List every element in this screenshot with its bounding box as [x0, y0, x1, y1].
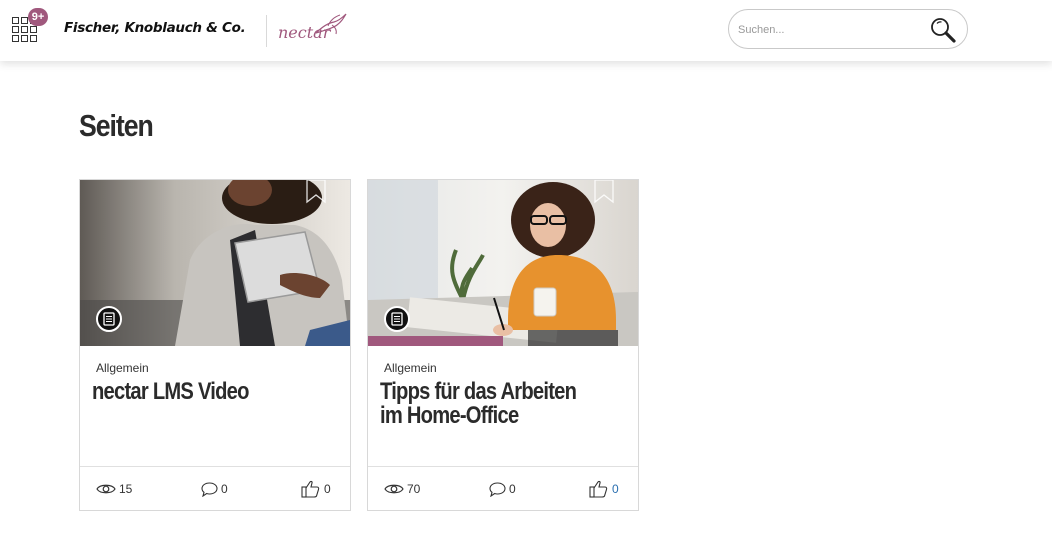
- card-category: Allgemein: [384, 361, 437, 375]
- eye-icon: [96, 484, 116, 494]
- card-title[interactable]: Tipps für das Arbeiten im Home-Office: [380, 380, 590, 428]
- page-card[interactable]: Allgemein Tipps für das Arbeiten im Home…: [367, 179, 639, 511]
- progress-bar: [368, 336, 503, 346]
- notification-badge: 9+: [28, 8, 48, 26]
- comments-stat[interactable]: 0: [201, 480, 228, 498]
- views-stat: 70: [384, 480, 420, 498]
- likes-count: 0: [324, 482, 331, 496]
- card-category: Allgemein: [96, 361, 149, 375]
- thumbs-up-icon: [301, 480, 320, 498]
- card-footer: 70 0 0: [368, 466, 638, 510]
- document-icon: [384, 306, 410, 332]
- likes-count: 0: [612, 482, 619, 496]
- views-count: 15: [119, 482, 133, 496]
- apps-launcher[interactable]: 9+: [12, 8, 48, 42]
- likes-stat[interactable]: 0: [301, 480, 331, 498]
- hummingbird-icon: [315, 13, 347, 35]
- bookmark-icon[interactable]: [594, 179, 614, 204]
- logo-divider: [266, 15, 267, 47]
- bookmark-icon[interactable]: [306, 179, 326, 204]
- page-card[interactable]: Allgemein nectar LMS Video 15 0 0: [79, 179, 351, 511]
- company-logo[interactable]: Fischer, Knoblauch & Co.: [64, 20, 246, 36]
- thumbs-up-icon: [589, 480, 608, 498]
- likes-stat[interactable]: 0: [589, 480, 619, 498]
- top-header: 9+ Fischer, Knoblauch & Co. nectar: [0, 0, 1052, 61]
- eye-icon: [384, 484, 404, 494]
- document-icon: [96, 306, 122, 332]
- comments-count: 0: [509, 482, 516, 496]
- page-title: Seiten: [79, 108, 154, 143]
- search-icon[interactable]: [929, 16, 957, 44]
- views-stat: 15: [96, 480, 132, 498]
- comment-icon: [489, 481, 506, 497]
- comments-stat[interactable]: 0: [489, 480, 516, 498]
- search-input[interactable]: [738, 19, 918, 41]
- card-footer: 15 0 0: [80, 466, 350, 510]
- views-count: 70: [407, 482, 421, 496]
- search-box: [728, 9, 968, 49]
- comment-icon: [201, 481, 218, 497]
- nectar-logo[interactable]: nectar: [278, 13, 347, 45]
- card-title[interactable]: nectar LMS Video: [92, 380, 302, 404]
- comments-count: 0: [221, 482, 228, 496]
